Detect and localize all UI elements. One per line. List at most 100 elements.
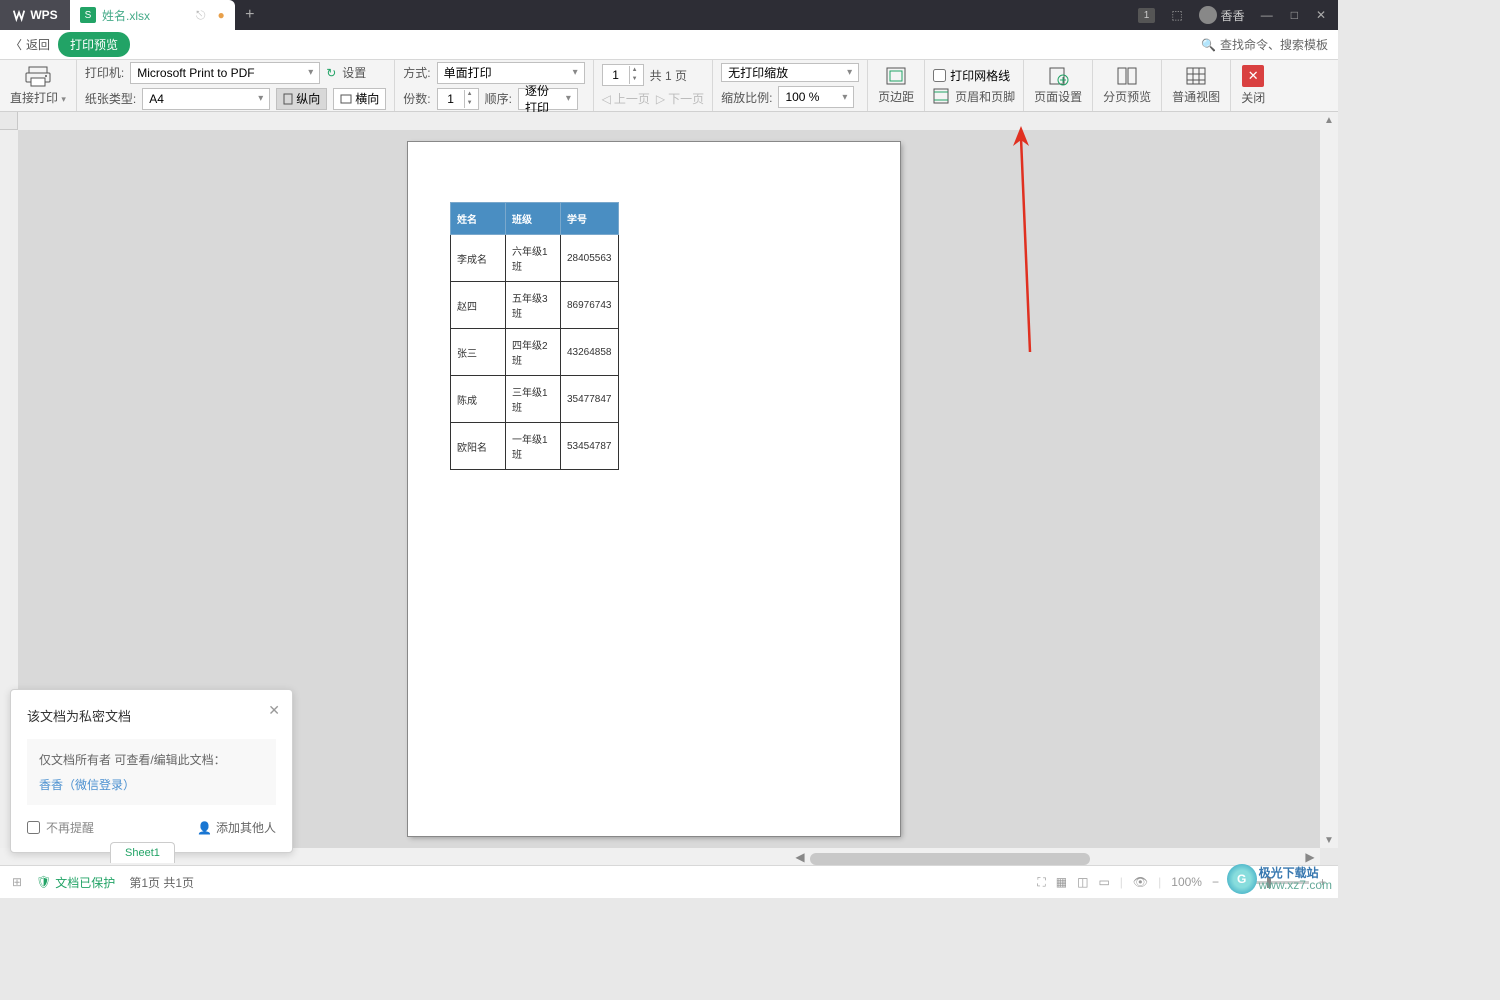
zoom-label[interactable]: 100%: [1171, 875, 1202, 889]
close-window-button[interactable]: ✕: [1316, 8, 1326, 22]
scroll-up-icon[interactable]: ▲: [1320, 112, 1338, 128]
print-group: 直接打印 ▾: [0, 60, 77, 111]
spin-up-icon[interactable]: ▲: [465, 90, 475, 99]
eye-icon[interactable]: 👁: [1133, 875, 1148, 889]
print-preview-pill[interactable]: 打印预览: [58, 32, 130, 57]
copies-spinner[interactable]: ▲▼: [437, 88, 479, 110]
sheet-tab[interactable]: Sheet1: [110, 842, 175, 863]
table-cell: 43264858: [561, 329, 619, 376]
document-tab[interactable]: S 姓名.xlsx ⎋ ●: [70, 0, 235, 30]
table-cell: 86976743: [561, 282, 619, 329]
popup-title: 该文档为私密文档: [27, 706, 276, 725]
arrow-right-icon: ▷: [656, 92, 665, 106]
spin-up-icon[interactable]: ▲: [630, 66, 640, 75]
ruler-corner: [0, 112, 18, 130]
spin-down-icon[interactable]: ▼: [465, 99, 475, 108]
table-row: 欧阳名一年级1班53454787: [451, 423, 619, 470]
paper-select[interactable]: A4▾: [142, 88, 270, 110]
maximize-button[interactable]: □: [1291, 8, 1298, 22]
close-group[interactable]: ✕ 关闭: [1231, 60, 1275, 111]
wps-icon: [12, 8, 26, 22]
zoom-out-button[interactable]: −: [1212, 875, 1219, 889]
page-setup-group[interactable]: 页面设置: [1024, 60, 1093, 111]
page-break-label: 分页预览: [1103, 88, 1151, 105]
layout-view-icon[interactable]: ◫: [1077, 875, 1088, 889]
wps-logo[interactable]: WPS: [0, 0, 70, 30]
new-tab-button[interactable]: +: [235, 0, 265, 30]
direct-print-label[interactable]: 直接打印 ▾: [10, 89, 66, 106]
popup-close-button[interactable]: ✕: [268, 702, 280, 719]
mode-select[interactable]: 单面打印▾: [437, 62, 585, 84]
order-select[interactable]: 逐份打印▾: [518, 88, 578, 110]
wps-label: WPS: [30, 8, 57, 22]
table-cell: 六年级1班: [506, 235, 561, 282]
page-spinner[interactable]: ▲▼: [602, 64, 644, 86]
table-row: 陈成三年级1班35477847: [451, 376, 619, 423]
scroll-right-icon[interactable]: ▶: [1302, 850, 1318, 864]
gift-icon[interactable]: ⬚: [1171, 8, 1182, 22]
tab-pin-icon[interactable]: ⎋: [196, 8, 206, 23]
reading-view-icon[interactable]: ▭: [1098, 875, 1109, 889]
popup-body-text: 仅文档所有者 可查看/编辑此文档：: [39, 751, 264, 768]
settings-label[interactable]: 设置: [342, 64, 366, 81]
table-header: 班级: [506, 203, 561, 235]
back-button[interactable]: 〈 返回: [10, 36, 50, 53]
search-label: 查找命令、搜索模板: [1220, 36, 1328, 53]
mode-label: 方式:: [403, 64, 430, 81]
status-app-icon[interactable]: ⊞: [12, 875, 22, 889]
search-commands[interactable]: 🔍 查找命令、搜索模板: [1201, 36, 1328, 53]
watermark-logo-icon: G: [1227, 864, 1257, 894]
add-others-button[interactable]: 👤添加其他人: [197, 819, 276, 836]
table-header: 姓名: [451, 203, 506, 235]
table-row: 张三四年级2班43264858: [451, 329, 619, 376]
grid-view-icon[interactable]: ▦: [1056, 875, 1067, 889]
normal-view-label: 普通视图: [1172, 88, 1220, 105]
header-group: 打印网格线 页眉和页脚: [925, 60, 1024, 111]
scale-group: 无打印缩放▾ 缩放比例: 100 %▾: [713, 60, 868, 111]
printer-icon[interactable]: [23, 65, 53, 87]
prev-page-button[interactable]: ◁上一页: [602, 90, 650, 107]
settings-icon[interactable]: ↻: [326, 66, 336, 80]
page-setup-label: 页面设置: [1034, 88, 1082, 105]
chevron-left-icon: 〈: [10, 36, 22, 53]
landscape-button[interactable]: 横向: [333, 88, 386, 110]
no-remind-checkbox[interactable]: 不再提醒: [27, 819, 94, 836]
paper-label: 纸张类型:: [85, 90, 136, 107]
page-break-group[interactable]: 分页预览: [1093, 60, 1162, 111]
doc-protected-badge[interactable]: 🛡文档已保护: [36, 874, 115, 891]
minimize-button[interactable]: —: [1261, 8, 1273, 22]
scroll-down-icon[interactable]: ▼: [1320, 832, 1338, 848]
scroll-track[interactable]: [810, 851, 1300, 863]
printer-select[interactable]: Microsoft Print to PDF▾: [130, 62, 320, 84]
portrait-button[interactable]: 纵向: [276, 88, 327, 110]
notification-badge[interactable]: 1: [1138, 8, 1156, 23]
margins-group[interactable]: 页边距: [868, 60, 925, 111]
next-page-button[interactable]: ▷下一页: [656, 90, 704, 107]
close-preview-icon[interactable]: ✕: [1242, 65, 1264, 87]
gridlines-checkbox[interactable]: 打印网格线: [933, 67, 1010, 84]
titlebar-right: 1 ⬚ 香香 — □ ✕: [1138, 6, 1338, 24]
landscape-icon: [340, 94, 352, 104]
nav-bar: 〈 返回 打印预览 🔍 查找命令、搜索模板: [0, 30, 1338, 60]
vertical-scrollbar[interactable]: ▲ ▼: [1320, 112, 1338, 848]
normal-view-group[interactable]: 普通视图: [1162, 60, 1231, 111]
copies-input[interactable]: [438, 92, 464, 106]
status-bar: ⊞ 🛡文档已保护 第1页 共1页 ⛶ ▦ ◫ ▭ | 👁 | 100% − +: [0, 865, 1338, 898]
scroll-left-icon[interactable]: ◀: [792, 850, 808, 864]
popup-owner-link[interactable]: 香香（微信登录）: [39, 776, 264, 793]
margins-label: 页边距: [878, 88, 914, 105]
table-row: 赵四五年级3班86976743: [451, 282, 619, 329]
margins-icon: [885, 66, 907, 86]
scroll-thumb[interactable]: [810, 853, 1090, 865]
scale-select[interactable]: 无打印缩放▾: [721, 63, 859, 82]
page-input[interactable]: [603, 68, 629, 82]
fullscreen-icon[interactable]: ⛶: [1037, 875, 1045, 890]
table-header: 学号: [561, 203, 619, 235]
ratio-select[interactable]: 100 %▾: [778, 86, 854, 108]
user-profile[interactable]: 香香: [1199, 6, 1245, 24]
table-cell: 陈成: [451, 376, 506, 423]
header-footer-button[interactable]: 页眉和页脚: [933, 88, 1015, 105]
page-setup-icon: [1047, 66, 1069, 86]
spin-down-icon[interactable]: ▼: [630, 75, 640, 84]
private-doc-popup: 该文档为私密文档 ✕ 仅文档所有者 可查看/编辑此文档： 香香（微信登录） 不再…: [10, 689, 293, 853]
